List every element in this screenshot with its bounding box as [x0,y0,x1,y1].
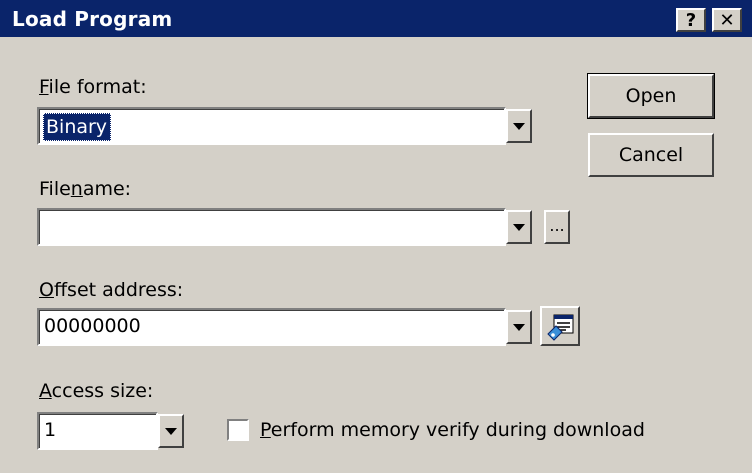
title-bar[interactable]: Load Program ? ✕ [0,0,752,37]
access-size-label: Access size: [39,380,154,402]
offset-address-value: 00000000 [44,315,141,337]
access-size-field[interactable]: 1 [37,412,158,450]
address-lookup-icon [547,314,574,341]
load-program-dialog: Load Program ? ✕ File format: Binary Fil… [0,0,752,473]
verify-label[interactable]: Perform memory verify during download [260,419,645,441]
chevron-down-icon [165,428,177,435]
access-size-value: 1 [44,419,57,441]
offset-address-dropdown-button[interactable] [506,310,532,344]
chevron-down-icon [513,224,525,231]
verify-checkbox[interactable] [227,419,249,441]
open-button[interactable]: Open [587,73,715,119]
filename-field[interactable] [37,208,506,246]
chevron-down-icon [513,123,525,130]
file-format-value: Binary [43,113,112,141]
file-format-label: File format: [39,76,147,98]
offset-address-label: Offset address: [39,279,184,301]
filename-label: Filename: [39,178,132,200]
chevron-down-icon [513,324,525,331]
cancel-button[interactable]: Cancel [588,133,714,177]
help-button[interactable]: ? [676,8,706,32]
access-size-dropdown-button[interactable] [158,414,184,448]
filename-dropdown-button[interactable] [506,210,532,244]
window-title: Load Program [12,7,173,31]
address-picker-button[interactable] [540,306,580,346]
close-button[interactable]: ✕ [712,8,742,32]
offset-address-field[interactable]: 00000000 [37,308,506,346]
file-format-dropdown-button[interactable] [506,109,532,143]
browse-button[interactable]: ... [544,210,570,244]
file-format-field[interactable]: Binary [37,107,506,145]
